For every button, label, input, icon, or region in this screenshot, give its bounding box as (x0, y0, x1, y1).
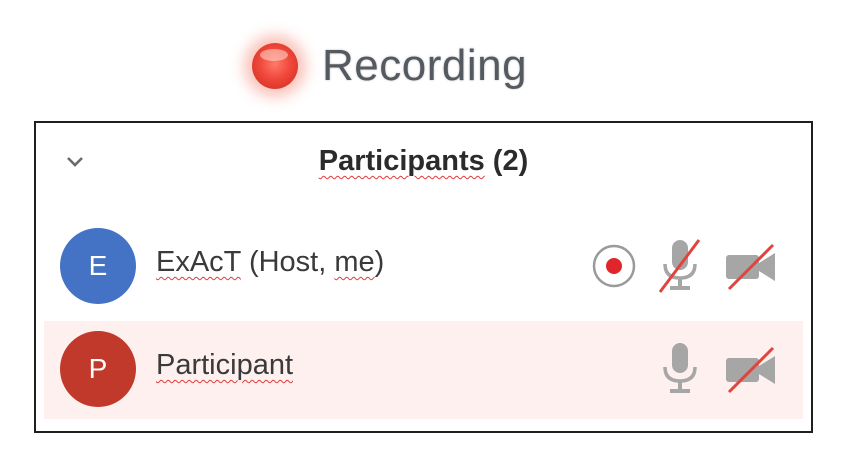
participant-name: ExAcT (Host, me) (156, 246, 384, 279)
video-off-icon[interactable] (723, 344, 779, 394)
avatar-initial: P (88, 353, 108, 384)
participant-row[interactable]: P Participant (44, 321, 803, 419)
participant-name-me: me (334, 246, 375, 278)
participant-name-end: ) (374, 246, 385, 278)
participant-name: Participant (156, 349, 293, 382)
participant-name-main: Participant (156, 349, 294, 381)
participant-name-suffix: (Host, (240, 246, 335, 278)
participant-status-icons (591, 234, 779, 298)
mic-icon[interactable] (655, 339, 705, 399)
avatar: E (60, 228, 136, 304)
participant-status-icons (655, 337, 779, 401)
recording-dot-icon (252, 43, 298, 89)
video-off-icon[interactable] (723, 241, 779, 291)
participant-count: (2) (492, 145, 529, 177)
avatar-initial: E (88, 250, 108, 281)
avatar: P (60, 331, 136, 407)
participant-row-host[interactable]: E ExAcT (Host, me) (44, 218, 803, 316)
recording-label: Recording (322, 41, 528, 90)
mic-muted-icon[interactable] (655, 236, 705, 296)
recording-indicator: Recording (252, 38, 527, 94)
panel-title: Participants (2) (36, 145, 811, 178)
panel-title-label: Participants (318, 145, 485, 177)
participant-name-main: ExAcT (156, 246, 241, 278)
recording-status-icon (592, 244, 636, 288)
participants-panel: Participants (2) E ExAcT (Host, me) P Pa… (34, 121, 813, 433)
